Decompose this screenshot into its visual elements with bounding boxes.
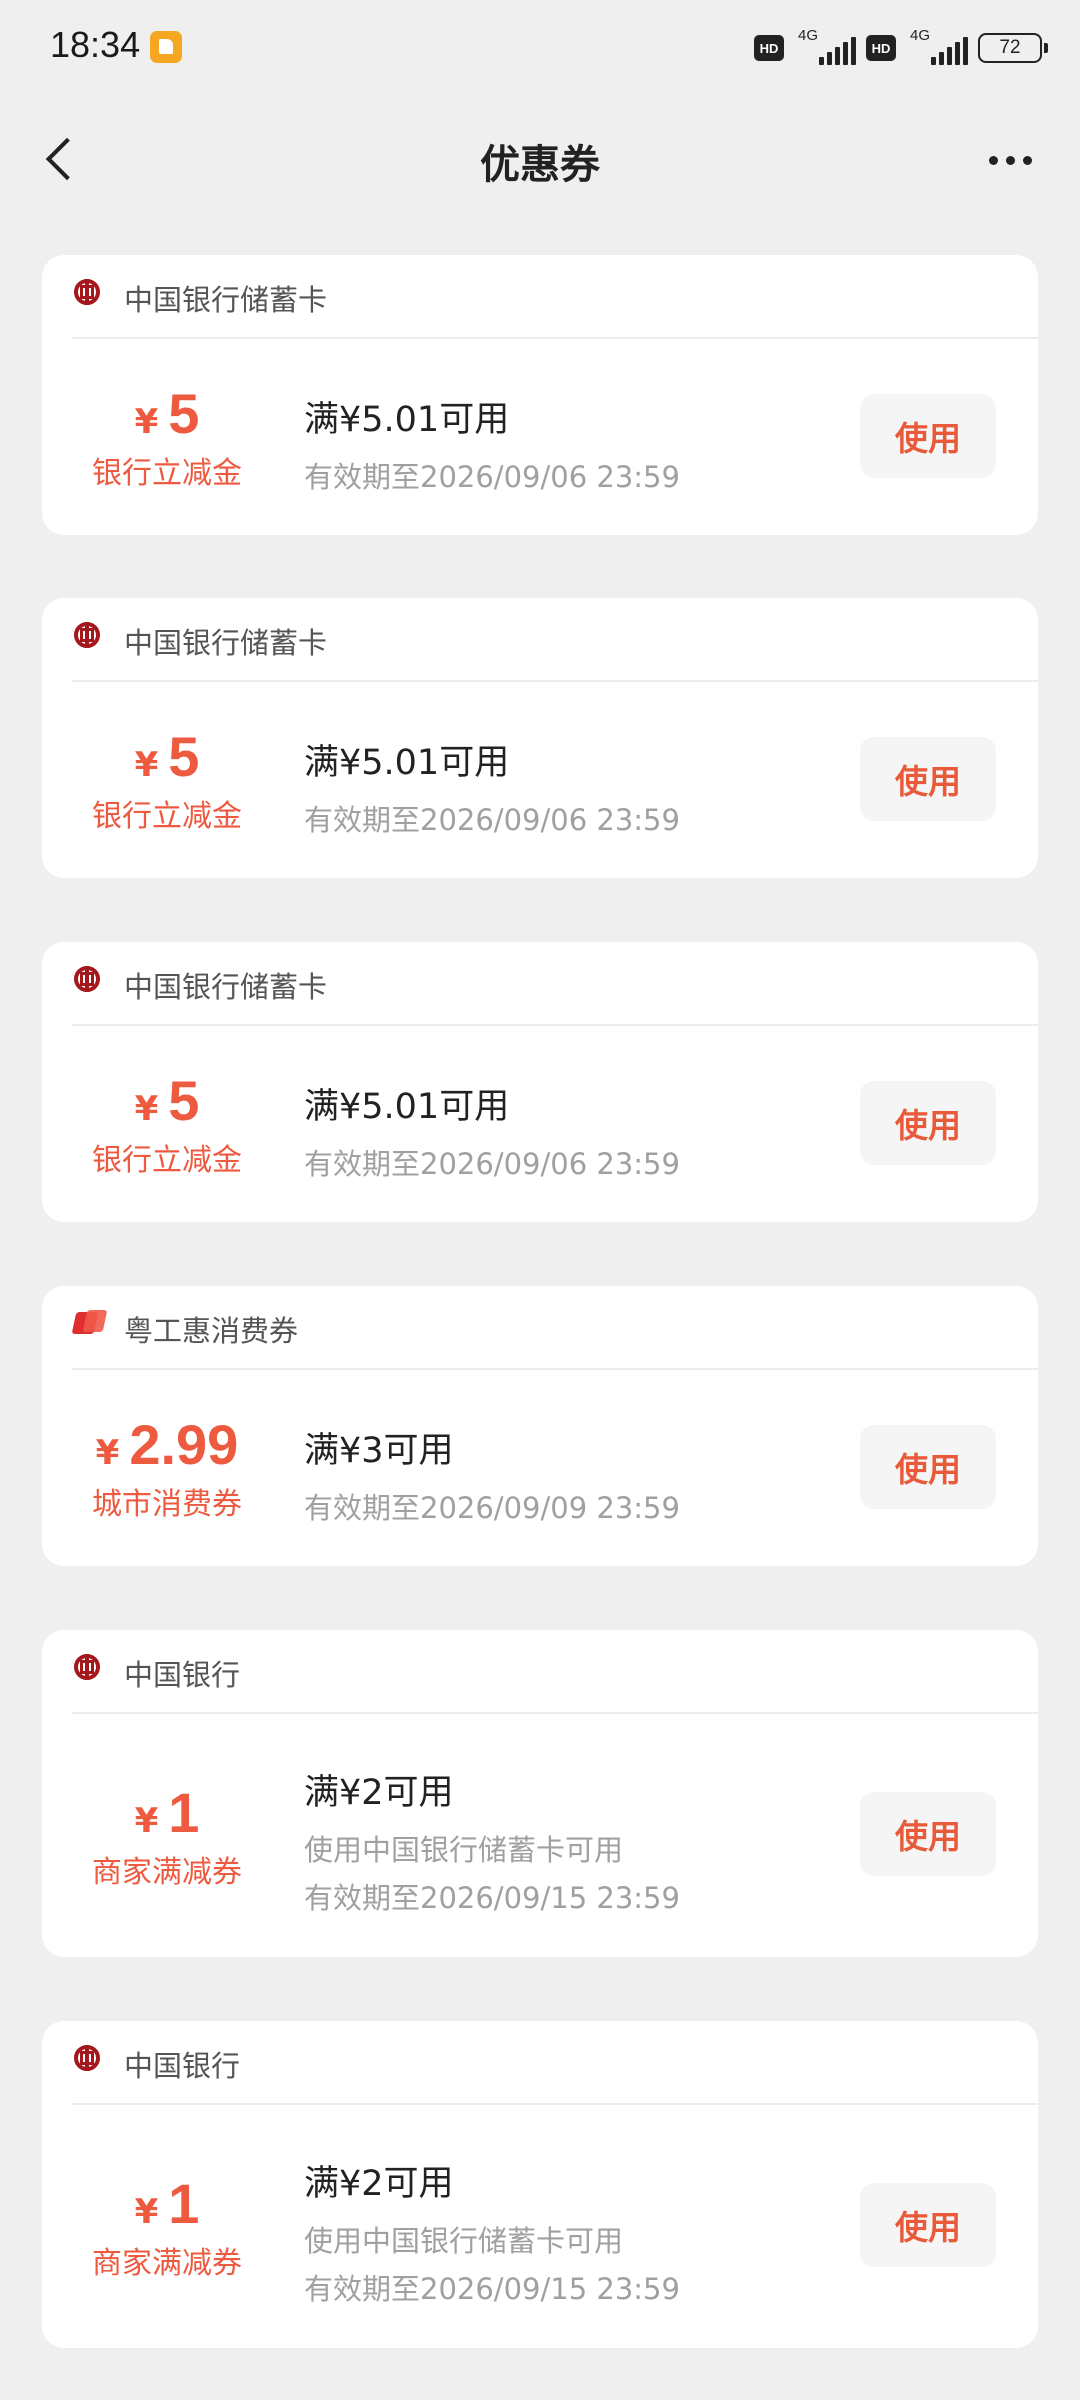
- coupon-note: 使用中国银行储蓄卡可用: [304, 1833, 624, 1867]
- coupons-screen: 18:34 HD 4G HD 4G 72 优惠券 中国银行储蓄卡 ¥ 5 银行立…: [0, 0, 1080, 2400]
- boc-logo-icon: [74, 622, 100, 648]
- coupon-header: 中国银行储蓄卡: [72, 255, 1038, 339]
- more-button[interactable]: [980, 140, 1040, 180]
- coupon-header: 中国银行储蓄卡: [72, 942, 1038, 1026]
- use-button[interactable]: 使用: [860, 2183, 996, 2267]
- boc-logo-icon: [74, 2045, 100, 2071]
- boc-logo-icon: [74, 279, 100, 305]
- coupon-note: 使用中国银行储蓄卡可用: [304, 2224, 624, 2258]
- coupon-type: 城市消费券: [92, 1487, 242, 1522]
- status-indicators: HD 4G HD 4G 72: [754, 27, 1048, 68]
- more-dot-icon: [988, 155, 998, 165]
- currency-symbol: ¥: [95, 1433, 120, 1473]
- coupon-body: ¥ 1 商家满减券 满¥2可用 使用中国银行储蓄卡可用 有效期至2026/09/…: [42, 2105, 1038, 2346]
- coupon-header: 粤工惠消费券: [72, 1286, 1038, 1370]
- coupon-card[interactable]: 中国银行储蓄卡 ¥ 5 银行立减金 满¥5.01可用 有效期至2026/09/0…: [42, 942, 1038, 1222]
- coupon-body: ¥ 1 商家满减券 满¥2可用 使用中国银行储蓄卡可用 有效期至2026/09/…: [42, 1714, 1038, 1955]
- coupon-validity: 有效期至2026/09/06 23:59: [304, 460, 680, 494]
- coupon-validity: 有效期至2026/09/15 23:59: [304, 2272, 680, 2306]
- coupon-type: 银行立减金: [92, 456, 242, 491]
- issuer-name: 中国银行储蓄卡: [124, 970, 328, 1004]
- currency-symbol: ¥: [134, 1089, 159, 1129]
- use-button[interactable]: 使用: [860, 737, 996, 821]
- signal-icon: 4G: [794, 27, 856, 65]
- status-bar: 18:34 HD 4G HD 4G 72: [0, 0, 1080, 90]
- coupon-info: 满¥2可用 使用中国银行储蓄卡可用 有效期至2026/09/15 23:59: [304, 1764, 680, 1917]
- issuer-name: 中国银行储蓄卡: [124, 626, 328, 660]
- issuer-name: 中国银行储蓄卡: [124, 283, 328, 317]
- coupon-amount-block: ¥ 5 银行立减金: [42, 1068, 292, 1179]
- coupon-validity: 有效期至2026/09/06 23:59: [304, 803, 680, 837]
- coupon-info: 满¥2可用 使用中国银行储蓄卡可用 有效期至2026/09/15 23:59: [304, 2155, 680, 2308]
- coupon-header: 中国银行: [72, 2021, 1038, 2105]
- coupon-info: 满¥3可用 有效期至2026/09/09 23:59: [304, 1422, 680, 1527]
- coupon-amount: 5: [168, 1069, 200, 1132]
- boc-logo-icon: [74, 1654, 100, 1680]
- use-button[interactable]: 使用: [860, 1081, 996, 1165]
- hd-icon: HD: [754, 35, 784, 61]
- coupon-type: 商家满减券: [92, 2246, 242, 2281]
- coupon-amount-block: ¥ 5 银行立减金: [42, 381, 292, 492]
- coupon-card[interactable]: 中国银行储蓄卡 ¥ 5 银行立减金 满¥5.01可用 有效期至2026/09/0…: [42, 598, 1038, 878]
- nav-bar: 优惠券: [0, 110, 1080, 210]
- coupon-card[interactable]: 中国银行 ¥ 1 商家满减券 满¥2可用 使用中国银行储蓄卡可用 有效期至202…: [42, 1630, 1038, 1957]
- union-logo-icon: [74, 1308, 106, 1338]
- more-dot-icon: [1022, 155, 1032, 165]
- signal-icon: 4G: [906, 27, 968, 65]
- coupon-info: 满¥5.01可用 有效期至2026/09/06 23:59: [304, 391, 680, 496]
- coupon-validity: 有效期至2026/09/06 23:59: [304, 1147, 680, 1181]
- coupon-condition: 满¥5.01可用: [304, 1087, 510, 1127]
- currency-symbol: ¥: [134, 2192, 159, 2232]
- coupon-validity: 有效期至2026/09/15 23:59: [304, 1881, 680, 1915]
- coupon-amount-block: ¥ 1 商家满减券: [42, 1780, 292, 1891]
- coupon-amount-block: ¥ 1 商家满减券: [42, 2171, 292, 2282]
- coupon-type: 银行立减金: [92, 799, 242, 834]
- coupon-type: 商家满减券: [92, 1855, 242, 1890]
- coupon-body: ¥ 5 银行立减金 满¥5.01可用 有效期至2026/09/06 23:59 …: [42, 682, 1038, 876]
- coupon-amount: 1: [168, 2172, 200, 2235]
- battery-icon: 72: [978, 33, 1048, 63]
- network-type-label: 4G: [798, 27, 819, 44]
- coupon-type: 银行立减金: [92, 1143, 242, 1178]
- currency-symbol: ¥: [134, 402, 159, 442]
- use-button[interactable]: 使用: [860, 394, 996, 478]
- issuer-name: 粤工惠消费券: [124, 1314, 299, 1348]
- coupon-body: ¥ 2.99 城市消费券 满¥3可用 有效期至2026/09/09 23:59 …: [42, 1370, 1038, 1564]
- coupon-card[interactable]: 中国银行储蓄卡 ¥ 5 银行立减金 满¥5.01可用 有效期至2026/09/0…: [42, 255, 1038, 535]
- more-dot-icon: [1005, 155, 1015, 165]
- coupon-header: 中国银行储蓄卡: [72, 598, 1038, 682]
- coupon-card[interactable]: 粤工惠消费券 ¥ 2.99 城市消费券 满¥3可用 有效期至2026/09/09…: [42, 1286, 1038, 1566]
- coupon-condition: 满¥3可用: [304, 1431, 454, 1471]
- coupon-condition: 满¥2可用: [304, 1773, 454, 1813]
- coupon-condition: 满¥5.01可用: [304, 743, 510, 783]
- hd-icon: HD: [866, 35, 896, 61]
- coupon-info: 满¥5.01可用 有效期至2026/09/06 23:59: [304, 1078, 680, 1183]
- status-time: 18:34: [50, 24, 141, 65]
- coupon-body: ¥ 5 银行立减金 满¥5.01可用 有效期至2026/09/06 23:59 …: [42, 339, 1038, 533]
- coupon-card[interactable]: 中国银行 ¥ 1 商家满减券 满¥2可用 使用中国银行储蓄卡可用 有效期至202…: [42, 2021, 1038, 2348]
- coupon-header: 中国银行: [72, 1630, 1038, 1714]
- issuer-name: 中国银行: [124, 2049, 241, 2083]
- currency-symbol: ¥: [134, 1801, 159, 1841]
- issuer-name: 中国银行: [124, 1658, 241, 1692]
- use-button[interactable]: 使用: [860, 1792, 996, 1876]
- coupon-info: 满¥5.01可用 有效期至2026/09/06 23:59: [304, 734, 680, 839]
- coupon-amount-block: ¥ 5 银行立减金: [42, 724, 292, 835]
- coupon-amount: 5: [168, 382, 200, 445]
- coupon-amount: 5: [168, 725, 200, 788]
- coupon-validity: 有效期至2026/09/09 23:59: [304, 1491, 680, 1525]
- notification-app-icon: [150, 31, 182, 63]
- coupon-amount-block: ¥ 2.99 城市消费券: [42, 1412, 292, 1523]
- coupon-condition: 满¥5.01可用: [304, 400, 510, 440]
- page-title: 优惠券: [480, 142, 600, 188]
- use-button[interactable]: 使用: [860, 1425, 996, 1509]
- coupon-condition: 满¥2可用: [304, 2164, 454, 2204]
- boc-logo-icon: [74, 966, 100, 992]
- network-type-label: 4G: [910, 27, 931, 44]
- coupon-amount: 1: [168, 1781, 200, 1844]
- coupon-amount: 2.99: [129, 1413, 239, 1476]
- currency-symbol: ¥: [134, 745, 159, 785]
- coupon-body: ¥ 5 银行立减金 满¥5.01可用 有效期至2026/09/06 23:59 …: [42, 1026, 1038, 1220]
